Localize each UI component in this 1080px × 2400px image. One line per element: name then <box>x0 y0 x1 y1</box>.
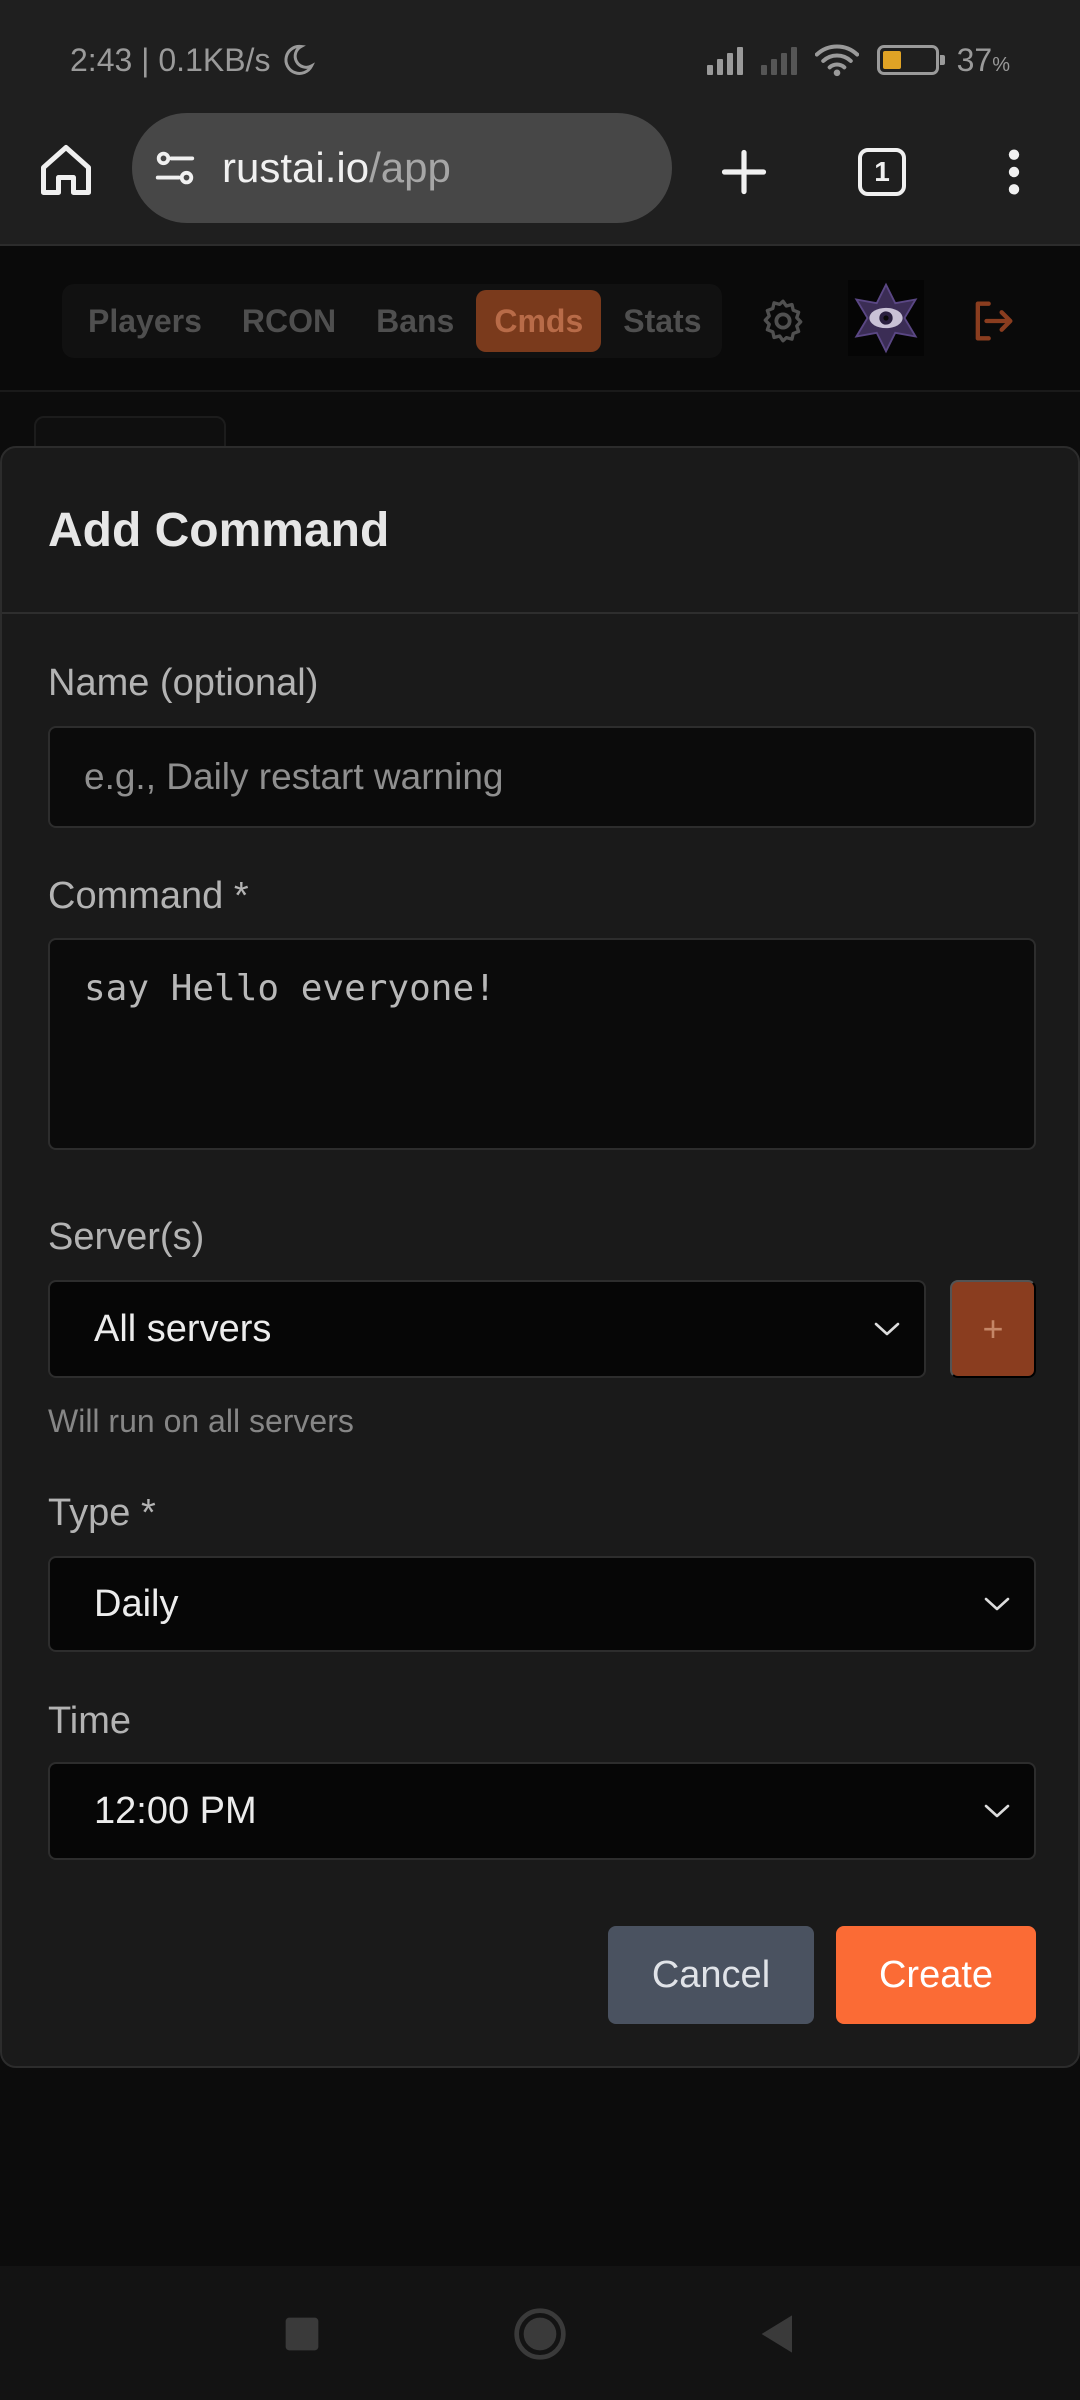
status-time: 2:43 | 0.1KB/s <box>70 41 271 78</box>
chevron-down-icon <box>874 1322 900 1336</box>
avatar-eye-icon[interactable] <box>848 280 924 356</box>
name-input[interactable] <box>48 726 1036 828</box>
home-circle-icon[interactable] <box>512 2306 568 2362</box>
battery-icon <box>876 45 945 75</box>
type-select[interactable]: Daily <box>48 1556 1036 1652</box>
site-settings-icon[interactable] <box>152 145 198 191</box>
modal-header: Add Command <box>2 448 1078 614</box>
cancel-button[interactable]: Cancel <box>608 1926 814 2024</box>
servers-helper-text: Will run on all servers <box>48 1403 354 1439</box>
tab-stats[interactable]: Stats <box>605 290 719 352</box>
do-not-disturb-moon-icon <box>284 44 316 75</box>
tab-players[interactable]: Players <box>70 290 220 352</box>
modal-title: Add Command <box>48 503 390 557</box>
servers-label: Server(s) <box>48 1216 205 1258</box>
signal-strength-icon <box>706 45 743 75</box>
time-selected-value: 12:00 PM <box>94 1789 257 1832</box>
command-textarea[interactable]: say Hello everyone! <box>48 938 1036 1150</box>
create-button[interactable]: Create <box>836 1926 1036 2024</box>
tab-bans[interactable]: Bans <box>358 290 472 352</box>
add-server-button[interactable]: + <box>950 1280 1036 1378</box>
servers-selected-value: All servers <box>94 1307 272 1350</box>
home-icon[interactable] <box>36 140 96 200</box>
back-triangle-icon[interactable] <box>750 2306 806 2362</box>
system-navigation-bar <box>0 2266 1080 2400</box>
signal-strength-secondary-icon <box>760 45 797 75</box>
time-label: Time <box>48 1700 132 1742</box>
address-bar[interactable]: rustai.io/app <box>132 113 672 223</box>
type-selected-value: Daily <box>94 1582 179 1625</box>
url-text[interactable]: rustai.io/app <box>222 144 451 192</box>
logout-icon[interactable] <box>958 286 1028 356</box>
app-nav: Players RCON Bans Cmds Stats <box>0 246 1080 392</box>
tab-group: Players RCON Bans Cmds Stats <box>62 284 722 358</box>
tab-rcon[interactable]: RCON <box>224 290 354 352</box>
chevron-down-icon <box>984 1804 1010 1818</box>
command-label: Command * <box>48 875 249 917</box>
chevron-down-icon <box>984 1597 1010 1611</box>
wifi-icon <box>814 44 859 77</box>
time-select[interactable]: 12:00 PM <box>48 1762 1036 1860</box>
status-bar: 2:43 | 0.1KB/s 37% <box>0 0 1080 120</box>
name-label: Name (optional) <box>48 662 319 704</box>
gear-icon[interactable] <box>748 286 818 356</box>
add-command-modal: Add Command Name (optional) Command * sa… <box>0 446 1080 2068</box>
battery-percent: 37% <box>956 41 1010 78</box>
type-label: Type * <box>48 1492 156 1534</box>
browser-toolbar: rustai.io/app 1 <box>0 113 1080 246</box>
more-vert-icon[interactable] <box>982 140 1046 204</box>
tab-switcher-icon[interactable]: 1 <box>850 140 914 204</box>
tab-cmds[interactable]: Cmds <box>476 290 602 352</box>
recents-square-icon[interactable] <box>274 2306 330 2362</box>
new-tab-icon[interactable] <box>712 140 776 204</box>
servers-select[interactable]: All servers <box>48 1280 926 1378</box>
